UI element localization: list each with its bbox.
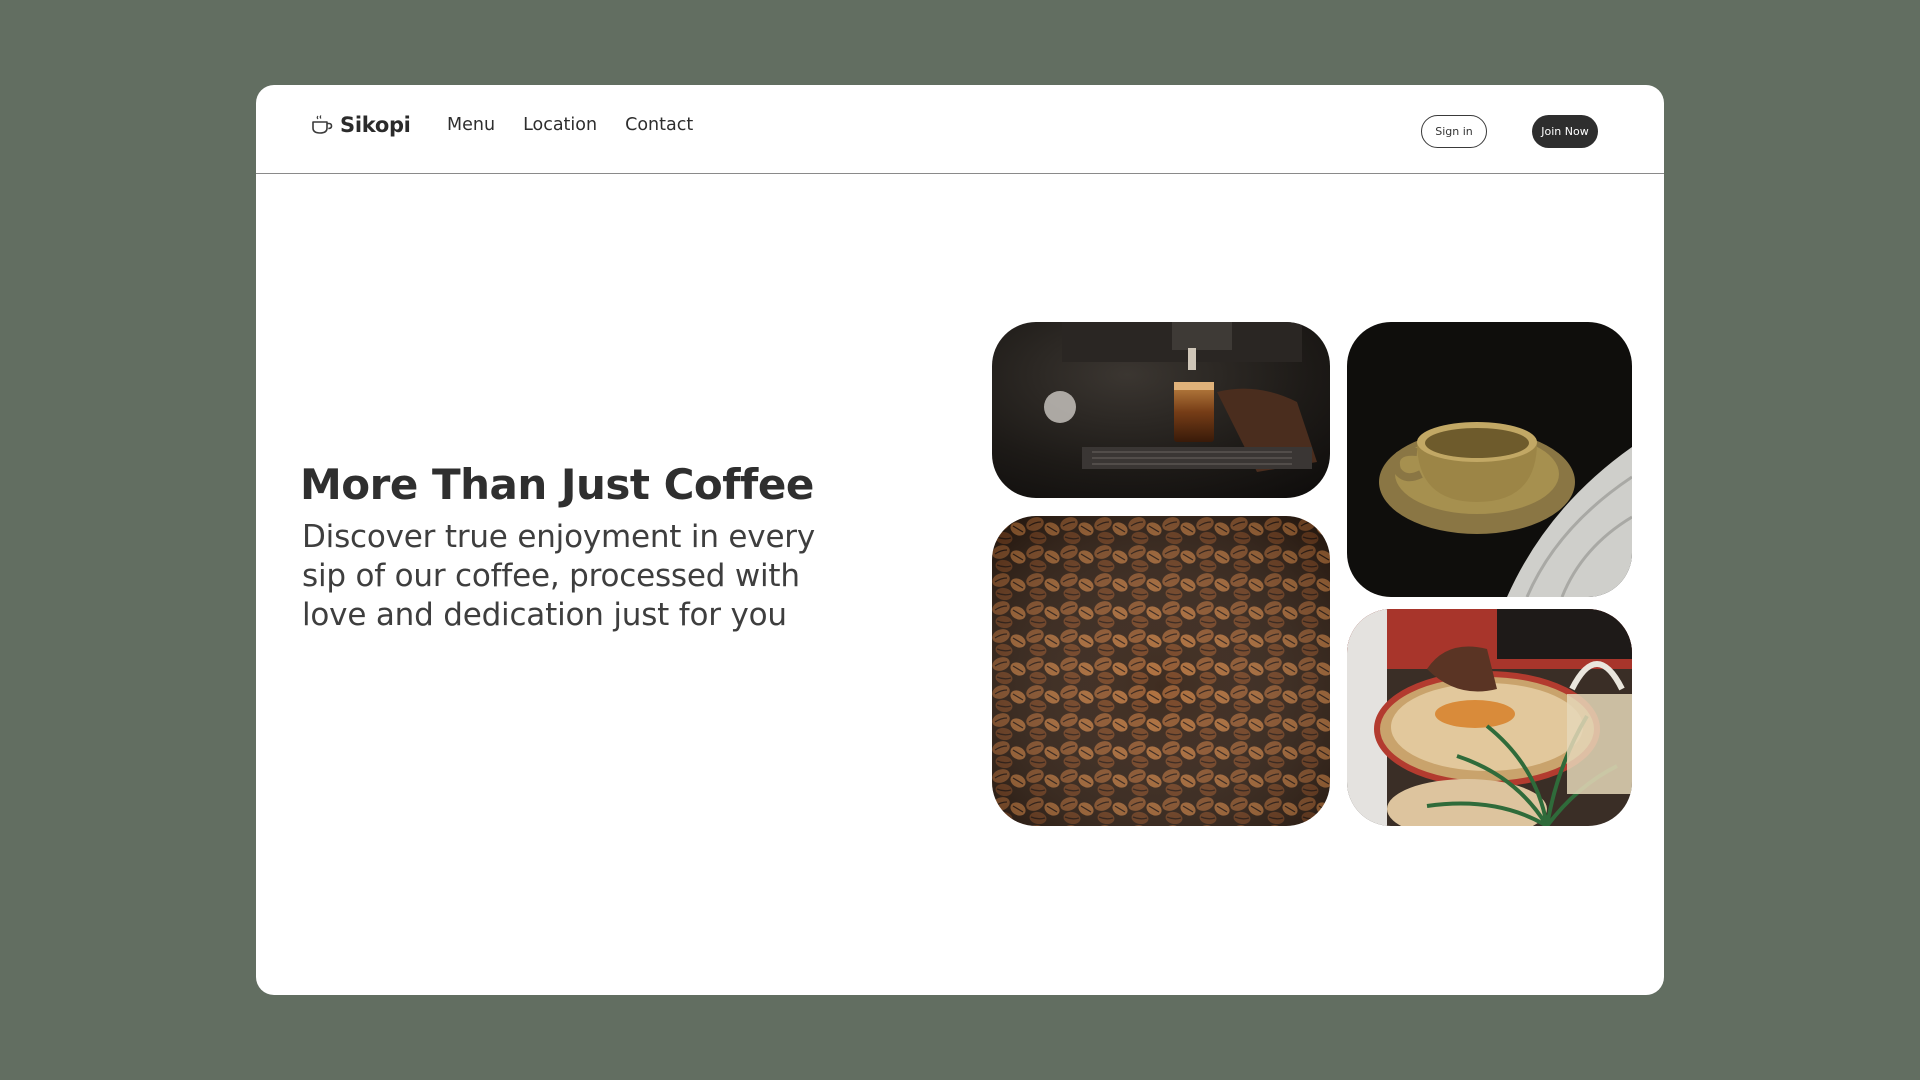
brand-logo[interactable]: Sikopi: [310, 113, 411, 137]
hero-title: More Than Just Coffee: [300, 460, 814, 509]
woven-basket-photo: [1347, 609, 1632, 826]
page-card: Sikopi Menu Location Contact Sign in Joi…: [256, 85, 1664, 995]
sign-in-button[interactable]: Sign in: [1421, 115, 1487, 148]
espresso-photo: [992, 322, 1330, 498]
main-nav: Menu Location Contact: [447, 115, 693, 135]
hero-subtitle: Discover true enjoyment in every sip of o…: [302, 518, 842, 635]
hero-subtitle-line-3: love and dedication just for you: [302, 597, 787, 633]
coffee-cup-icon: [312, 115, 333, 134]
coffee-beans-photo: [992, 516, 1330, 826]
join-now-button[interactable]: Join Now: [1532, 115, 1598, 148]
nav-item-menu[interactable]: Menu: [447, 115, 495, 135]
top-navbar: Sikopi Menu Location Contact Sign in Joi…: [256, 85, 1664, 174]
hero-subtitle-line-1: Discover true enjoyment in every: [302, 519, 816, 555]
brand-name: Sikopi: [340, 113, 411, 137]
hero-subtitle-line-2: sip of our coffee, processed with: [302, 558, 800, 594]
coffee-cup-photo: [1347, 322, 1632, 597]
nav-item-contact[interactable]: Contact: [625, 115, 693, 135]
nav-item-location[interactable]: Location: [523, 115, 597, 135]
